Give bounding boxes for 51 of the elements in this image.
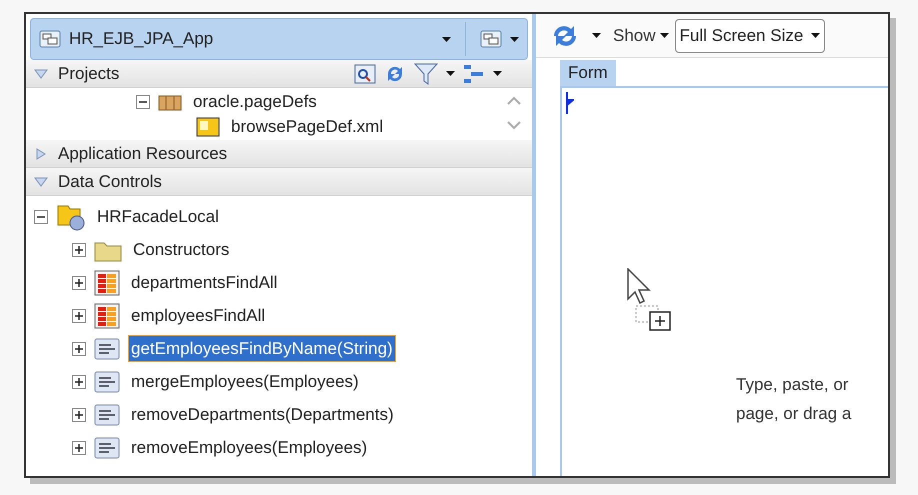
search-icon[interactable] [354,64,376,84]
expand-icon[interactable] [72,308,86,322]
show-menu[interactable]: Show [613,22,669,48]
file-icon [196,116,220,136]
tree-item[interactable]: mergeEmployees(Employees) [128,368,362,396]
collapse-icon[interactable] [34,210,48,224]
collapse-triangle-icon[interactable] [34,68,48,80]
caret-icon [660,33,669,38]
section-title[interactable]: Projects [58,60,120,86]
method-icon [94,336,120,360]
tree-item[interactable]: removeDepartments(Departments) [128,400,397,428]
tree-item[interactable]: departmentsFindAll [128,268,280,296]
tree-item[interactable]: HRFacadeLocal [94,202,222,230]
method-icon [94,436,120,460]
tree-item[interactable]: employeesFindAll [128,302,268,330]
package-icon [158,92,182,110]
cursor-marker-icon [566,92,574,114]
size-dropdown[interactable]: Full Screen Size [674,18,826,52]
application-selector[interactable]: HR_EJB_JPA_App [30,18,528,60]
tree-item[interactable]: Constructors [130,236,232,264]
expand-triangle-icon[interactable] [34,148,48,160]
table-icon [94,302,120,328]
expand-icon[interactable] [72,342,86,356]
expand-icon[interactable] [72,408,86,422]
expand-icon[interactable] [72,242,86,256]
section-title[interactable]: Data Controls [58,168,162,194]
tree-item[interactable]: oracle.pageDefs [190,88,320,116]
caret-icon [811,33,820,38]
expand-icon[interactable] [72,276,86,290]
caret-icon [493,71,502,76]
form-tab[interactable]: Form [560,60,616,86]
window-icon [480,30,502,48]
expand-icon[interactable] [72,374,86,388]
filter-icon[interactable] [414,62,438,84]
caret-icon [442,36,451,42]
hint-text: page, or drag a [736,402,852,424]
method-icon [94,370,120,394]
tree-item[interactable]: browsePageDef.xml [228,112,386,140]
collapse-triangle-icon[interactable] [34,176,48,188]
tree-item[interactable]: getEmployeesFindByName(String) [128,334,396,362]
layout-icon[interactable] [463,64,485,84]
collapse-icon[interactable] [136,94,150,108]
caret-icon [446,71,455,76]
caret-icon [592,33,601,38]
expand-icon[interactable] [72,440,86,454]
tree-item[interactable]: removeEmployees(Employees) [128,434,370,462]
method-icon [94,402,120,426]
application-icon [39,30,61,48]
table-icon [94,270,120,296]
caret-icon [510,36,519,42]
hint-text: Type, paste, or [736,374,848,396]
